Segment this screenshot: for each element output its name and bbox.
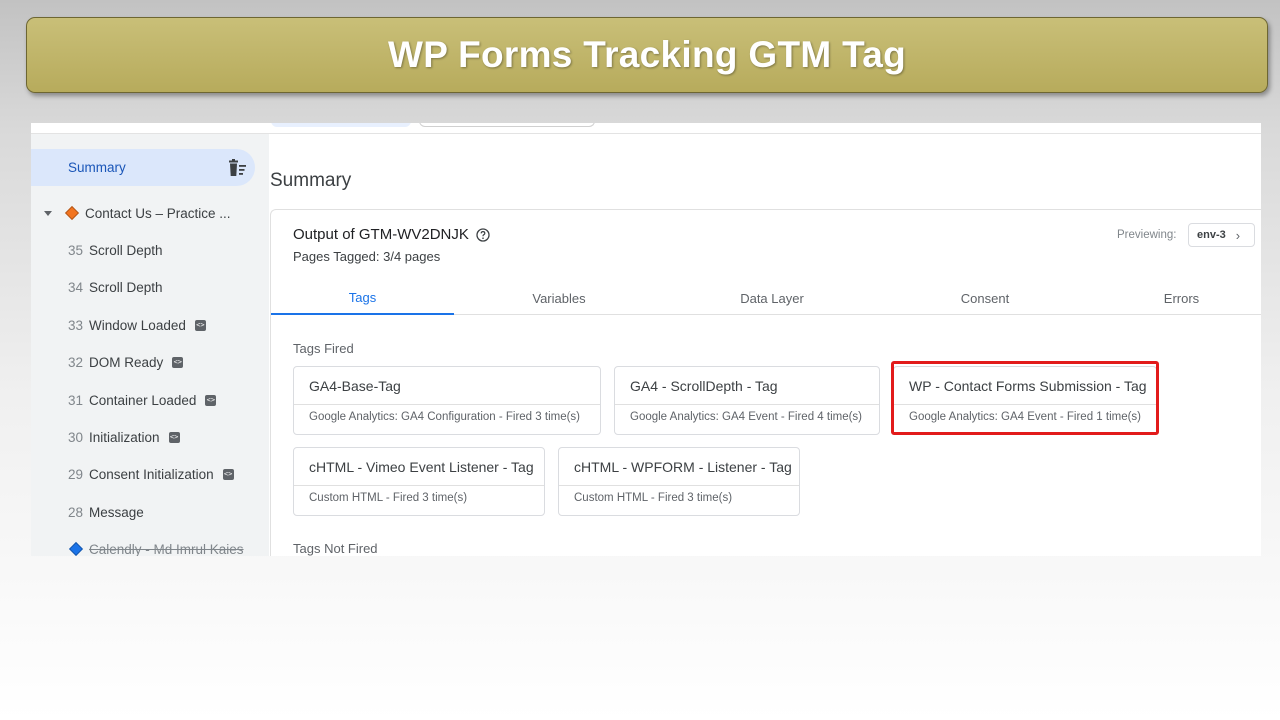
sidebar-page-label: Contact Us – Practice ... xyxy=(85,205,231,221)
event-number: 30 xyxy=(68,429,84,445)
sidebar: Summary Contact Us – Practice ... 35 Scr… xyxy=(31,134,269,556)
tab-bar: Tags Variables Data Layer Consent Errors xyxy=(271,282,1261,315)
tags-not-fired-heading: Tags Not Fired xyxy=(293,541,378,556)
tab-tags[interactable]: Tags xyxy=(271,282,454,315)
event-number: 32 xyxy=(68,354,84,370)
event-label: Container Loaded xyxy=(89,392,197,408)
event-label: Window Loaded xyxy=(89,317,186,333)
help-icon[interactable] xyxy=(476,227,490,242)
code-icon: <> xyxy=(172,356,184,368)
chevron-right-icon: › xyxy=(1235,227,1241,243)
tab-data-layer[interactable]: Data Layer xyxy=(664,282,880,315)
top-toolbar xyxy=(31,123,1261,134)
sidebar-event-item[interactable]: 32 DOM Ready <> xyxy=(68,350,184,374)
event-label: Consent Initialization xyxy=(89,466,214,482)
output-title-text: Output of GTM-WV2DNJK xyxy=(293,226,469,243)
sidebar-event-item[interactable]: 29 Consent Initialization <> xyxy=(68,462,234,486)
tag-name: cHTML - Vimeo Event Listener - Tag xyxy=(309,459,534,475)
code-icon: <> xyxy=(205,394,217,406)
sidebar-event-item[interactable]: 31 Container Loaded <> xyxy=(68,388,217,412)
title-banner: WP Forms Tracking GTM Tag xyxy=(26,17,1268,93)
event-label: DOM Ready xyxy=(89,354,164,370)
event-label: Scroll Depth xyxy=(89,279,163,295)
event-label: Scroll Depth xyxy=(89,242,163,258)
tag-name: GA4 - ScrollDepth - Tag xyxy=(630,378,778,394)
event-number: 34 xyxy=(68,279,84,295)
caret-down-icon[interactable] xyxy=(43,208,53,218)
clear-messages-icon[interactable] xyxy=(227,159,247,177)
code-icon: <> xyxy=(168,431,180,443)
tags-fired-heading: Tags Fired xyxy=(293,341,354,356)
code-icon: <> xyxy=(194,319,206,331)
environment-button[interactable]: env-3 › xyxy=(1188,223,1255,247)
tag-card[interactable]: cHTML - WPFORM - Listener - Tag Custom H… xyxy=(558,447,800,516)
event-number: 35 xyxy=(68,242,84,258)
gtm-preview-screenshot: Summary Contact Us – Practice ... 35 Scr… xyxy=(31,123,1261,556)
sidebar-event-item[interactable]: 35 Scroll Depth xyxy=(68,238,163,262)
output-title: Output of GTM-WV2DNJK xyxy=(293,226,490,243)
tag-name: cHTML - WPFORM - Listener - Tag xyxy=(574,459,792,475)
tab-variables[interactable]: Variables xyxy=(454,282,664,315)
tab-consent[interactable]: Consent xyxy=(880,282,1090,315)
card-divider xyxy=(615,404,879,405)
sidebar-event-item[interactable]: 33 Window Loaded <> xyxy=(68,313,206,337)
sidebar-summary-label: Summary xyxy=(68,160,126,175)
tag-card[interactable]: cHTML - Vimeo Event Listener - Tag Custo… xyxy=(293,447,545,516)
tag-meta: Google Analytics: GA4 Configuration - Fi… xyxy=(309,411,581,423)
page-diamond-icon xyxy=(64,205,80,221)
tab-errors[interactable]: Errors xyxy=(1090,282,1261,315)
output-panel: Output of GTM-WV2DNJK Pages Tagged: 3/4 … xyxy=(270,209,1261,556)
sidebar-event-item[interactable]: 30 Initialization <> xyxy=(68,425,180,449)
tag-meta: Custom HTML - Fired 3 time(s) xyxy=(574,492,733,504)
event-number: 31 xyxy=(68,392,84,408)
sidebar-page-label: Calendly - Md Imrul Kaies xyxy=(89,541,244,557)
environment-label: env-3 xyxy=(1197,229,1226,241)
card-divider xyxy=(294,404,600,405)
page-diamond-icon xyxy=(68,541,84,556)
card-divider xyxy=(294,485,544,486)
sidebar-event-item[interactable]: 34 Scroll Depth xyxy=(68,275,163,299)
event-label: Initialization xyxy=(89,429,160,445)
code-icon: <> xyxy=(222,468,234,480)
sidebar-item-summary[interactable]: Summary xyxy=(31,149,255,186)
toolbar-pill[interactable] xyxy=(419,123,595,127)
banner-title: WP Forms Tracking GTM Tag xyxy=(387,34,907,75)
tag-meta: Google Analytics: GA4 Event - Fired 4 ti… xyxy=(630,411,863,423)
event-number: 29 xyxy=(68,466,84,482)
tag-card[interactable]: GA4 - ScrollDepth - Tag Google Analytics… xyxy=(614,366,880,435)
card-divider xyxy=(559,485,799,486)
sidebar-page-item[interactable]: Calendly - Md Imrul Kaies xyxy=(68,537,244,557)
tag-name: GA4-Base-Tag xyxy=(309,378,401,394)
highlight-box xyxy=(891,361,1159,435)
sidebar-page-item[interactable]: Contact Us – Practice ... xyxy=(43,201,231,225)
tag-card[interactable]: GA4-Base-Tag Google Analytics: GA4 Confi… xyxy=(293,366,601,435)
event-number: 33 xyxy=(68,317,84,333)
event-number: 28 xyxy=(68,504,84,520)
toolbar-pill[interactable] xyxy=(271,123,411,127)
sidebar-event-item[interactable]: 28 Message xyxy=(68,500,144,524)
page-title: Summary xyxy=(270,170,352,191)
tag-meta: Custom HTML - Fired 3 time(s) xyxy=(309,492,468,504)
pages-tagged: Pages Tagged: 3/4 pages xyxy=(293,249,441,264)
event-label: Message xyxy=(89,504,144,520)
previewing-label: Previewing: xyxy=(1117,229,1177,241)
